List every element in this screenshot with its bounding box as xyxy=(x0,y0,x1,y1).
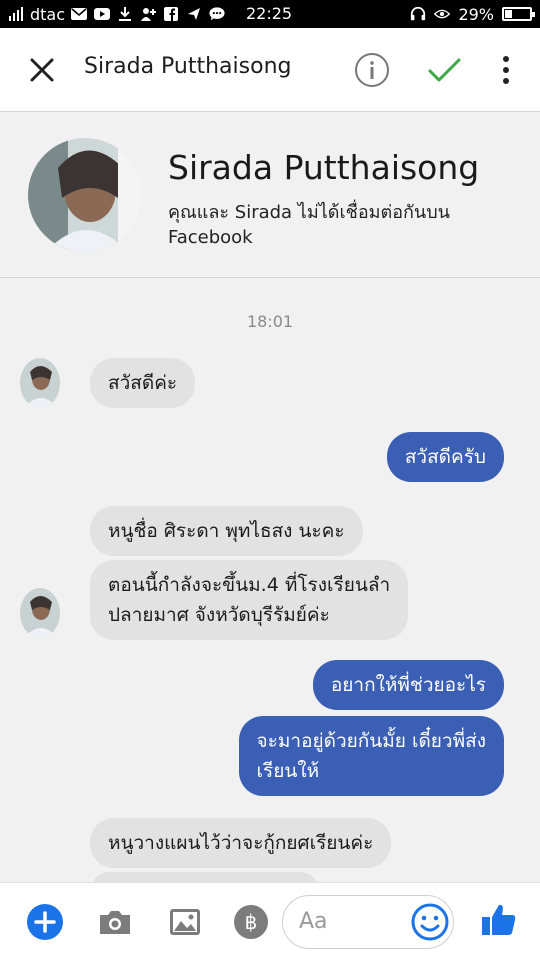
message-bubble-incoming[interactable]: หนูชื่อ ศิระดา พุทไธสง นะคะ xyxy=(90,506,363,556)
emoji-icon[interactable] xyxy=(410,902,449,941)
message-bubble-outgoing[interactable]: อยากให้พี่ช่วยอะไร xyxy=(312,660,504,710)
conversation-view[interactable]: Sirada Putthaisong คุณและ Sirada ไม่ได้เ… xyxy=(0,112,540,882)
send-status-icon xyxy=(186,6,202,22)
headset-icon xyxy=(410,6,426,22)
chat-status-icon xyxy=(209,6,225,22)
download-icon xyxy=(117,6,133,22)
svg-text:฿: ฿ xyxy=(245,910,258,934)
youtube-icon xyxy=(94,6,111,22)
more-options-icon[interactable] xyxy=(494,52,518,88)
battery-percent: 29% xyxy=(458,4,494,24)
signal-icon xyxy=(8,6,24,22)
like-icon[interactable] xyxy=(480,901,518,939)
status-bar: dtac 22:25 29% xyxy=(0,0,540,28)
message-timestamp: 18:01 xyxy=(246,312,294,331)
conversation-title: Sirada Putthaisong xyxy=(84,54,292,79)
carrier-label: dtac xyxy=(30,4,66,24)
facebook-status-icon xyxy=(163,6,179,22)
message-bubble-incoming[interactable]: หนูวางแผนไว้ว่าจะกู้กยศเรียนค่ะ xyxy=(90,818,392,868)
message-bubble-outgoing[interactable]: จะมาอยู่ด้วยกันมั้ย เดี๋ยวพี่ส่ง เรียนให… xyxy=(238,716,504,796)
gallery-icon[interactable] xyxy=(166,903,204,941)
message-bubble-incoming[interactable]: ตอนนี้กำลังจะขึ้นม.4 ที่โรงเรียนลำ ปลายม… xyxy=(90,560,409,640)
add-icon[interactable] xyxy=(26,903,64,941)
message-bubble-incoming[interactable]: สวัสดีค่ะ xyxy=(90,358,196,408)
info-icon[interactable] xyxy=(354,52,390,88)
conversation-header: Sirada Putthaisong xyxy=(0,28,540,112)
contact-profile-header: Sirada Putthaisong คุณและ Sirada ไม่ได้เ… xyxy=(0,112,540,278)
add-user-status-icon xyxy=(140,6,157,22)
contact-name: Sirada Putthaisong xyxy=(168,148,480,187)
message-bubble-incoming-partial[interactable] xyxy=(90,872,320,882)
contact-avatar-large[interactable] xyxy=(28,138,142,252)
contact-avatar-small[interactable] xyxy=(20,588,60,638)
message-composer: ฿ Aa xyxy=(0,882,540,960)
battery-icon xyxy=(502,7,535,21)
eye-icon xyxy=(434,6,451,22)
check-icon[interactable] xyxy=(426,52,462,88)
connection-status-text: คุณและ Sirada ไม่ได้เชื่อมต่อกันบน Faceb… xyxy=(168,202,450,248)
close-icon[interactable] xyxy=(26,54,58,86)
message-input-placeholder: Aa xyxy=(299,909,328,934)
mail-icon xyxy=(71,6,88,22)
contact-avatar-small[interactable] xyxy=(20,358,60,408)
clock: 22:25 xyxy=(246,4,293,23)
message-bubble-outgoing[interactable]: สวัสดีครับ xyxy=(386,432,504,482)
payment-icon[interactable]: ฿ xyxy=(232,903,270,941)
camera-icon[interactable] xyxy=(96,903,134,941)
